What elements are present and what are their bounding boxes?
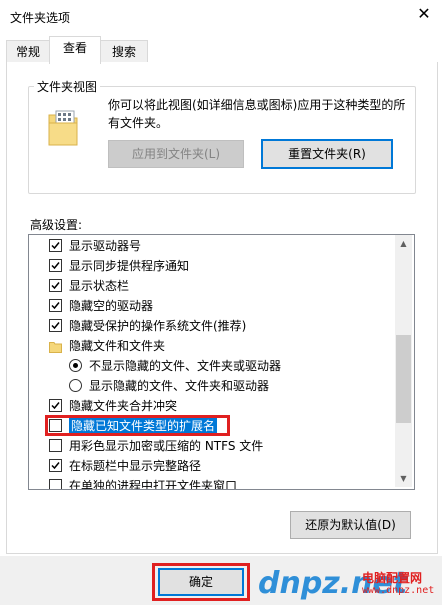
tab-view[interactable]: 查看 bbox=[49, 36, 101, 64]
list-item-label: 隐藏空的驱动器 bbox=[69, 299, 154, 313]
advanced-settings-list[interactable]: 显示驱动器号 显示同步提供程序通知 显示状态栏 隐藏空的驱动器 隐藏受保护的操作… bbox=[28, 234, 415, 490]
apply-to-folders-button[interactable]: 应用到文件夹(L) bbox=[108, 140, 244, 168]
list-item-label: 在标题栏中显示完整路径 bbox=[69, 459, 202, 473]
checkbox[interactable] bbox=[49, 319, 62, 332]
list-item-label: 用彩色显示加密或压缩的 NTFS 文件 bbox=[69, 439, 264, 453]
checkbox[interactable] bbox=[49, 479, 62, 489]
folder-views-legend: 文件夹视图 bbox=[34, 78, 101, 95]
radio-button-checked[interactable] bbox=[69, 359, 82, 372]
checkbox[interactable] bbox=[49, 279, 62, 292]
watermark-text: 电脑配置网 bbox=[362, 571, 423, 585]
checkbox[interactable] bbox=[49, 439, 62, 452]
list-scrollbar[interactable]: ▲ ▼ bbox=[395, 235, 412, 487]
tab-general[interactable]: 常规 bbox=[6, 40, 50, 63]
list-item-label: 显示状态栏 bbox=[69, 279, 130, 293]
checkbox[interactable] bbox=[49, 299, 62, 312]
list-item-label: 显示隐藏的文件、文件夹和驱动器 bbox=[89, 379, 270, 393]
checkbox[interactable] bbox=[49, 399, 62, 412]
folder-views-description: 你可以将此视图(如详细信息或图标)应用于这种类型的所有文件夹。 bbox=[108, 98, 406, 130]
list-item-label: 隐藏受保护的操作系统文件(推荐) bbox=[69, 319, 247, 333]
restore-defaults-button[interactable]: 还原为默认值(D) bbox=[290, 511, 411, 539]
radio-button[interactable] bbox=[69, 379, 82, 392]
advanced-settings-label: 高级设置: bbox=[30, 218, 83, 232]
checkbox[interactable] bbox=[49, 239, 62, 252]
list-item-label: 显示同步提供程序通知 bbox=[69, 259, 190, 273]
list-item-label: 在单独的进程中打开文件夹窗口 bbox=[69, 479, 238, 490]
reset-folders-button[interactable]: 重置文件夹(R) bbox=[261, 139, 393, 169]
window-title: 文件夹选项 bbox=[10, 11, 71, 25]
list-item-label: 显示驱动器号 bbox=[69, 239, 142, 253]
checkbox[interactable] bbox=[49, 259, 62, 272]
scroll-down-icon[interactable]: ▼ bbox=[395, 470, 412, 487]
scroll-up-icon[interactable]: ▲ bbox=[395, 235, 412, 252]
watermark-url: www.dnpz.net bbox=[362, 585, 435, 596]
folder-view-icon bbox=[47, 109, 79, 147]
checkbox[interactable] bbox=[49, 459, 62, 472]
close-icon[interactable]: ✕ bbox=[414, 4, 434, 24]
annotation-highlight-extension-option bbox=[45, 415, 230, 436]
list-item-label: 隐藏文件夹合并冲突 bbox=[69, 399, 178, 413]
list-item-label: 隐藏文件和文件夹 bbox=[69, 339, 166, 353]
folder-icon bbox=[49, 339, 62, 359]
scroll-thumb[interactable] bbox=[396, 335, 411, 423]
annotation-highlight-ok bbox=[152, 563, 250, 601]
tab-search[interactable]: 搜索 bbox=[100, 40, 148, 63]
list-item-label: 不显示隐藏的文件、文件夹或驱动器 bbox=[89, 359, 282, 373]
